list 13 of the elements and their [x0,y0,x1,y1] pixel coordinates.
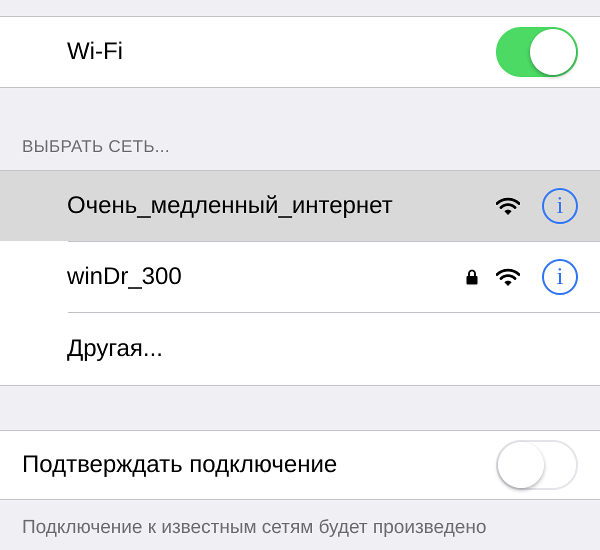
network-name: Другая... [66,334,164,364]
toggle-switch[interactable] [496,27,578,77]
network-name: Очень_медленный_интернет [66,190,394,220]
footer-text: Подключение к известным сетям будет произведено [21,516,488,540]
network-name: winDr_300 [66,262,183,292]
wifi-signal-icon [496,268,520,286]
info-button[interactable]: i [542,258,578,294]
network-row[interactable]: Другая... [0,312,600,384]
wifi-label: Wi-Fi [66,37,124,67]
wifi-signal-icon [496,196,520,214]
setting-label: Подтверждать подключение [21,450,338,480]
network-row[interactable]: winDr_300 i [0,242,600,312]
network-row[interactable]: Очень_медленный_интернет i [0,170,600,240]
